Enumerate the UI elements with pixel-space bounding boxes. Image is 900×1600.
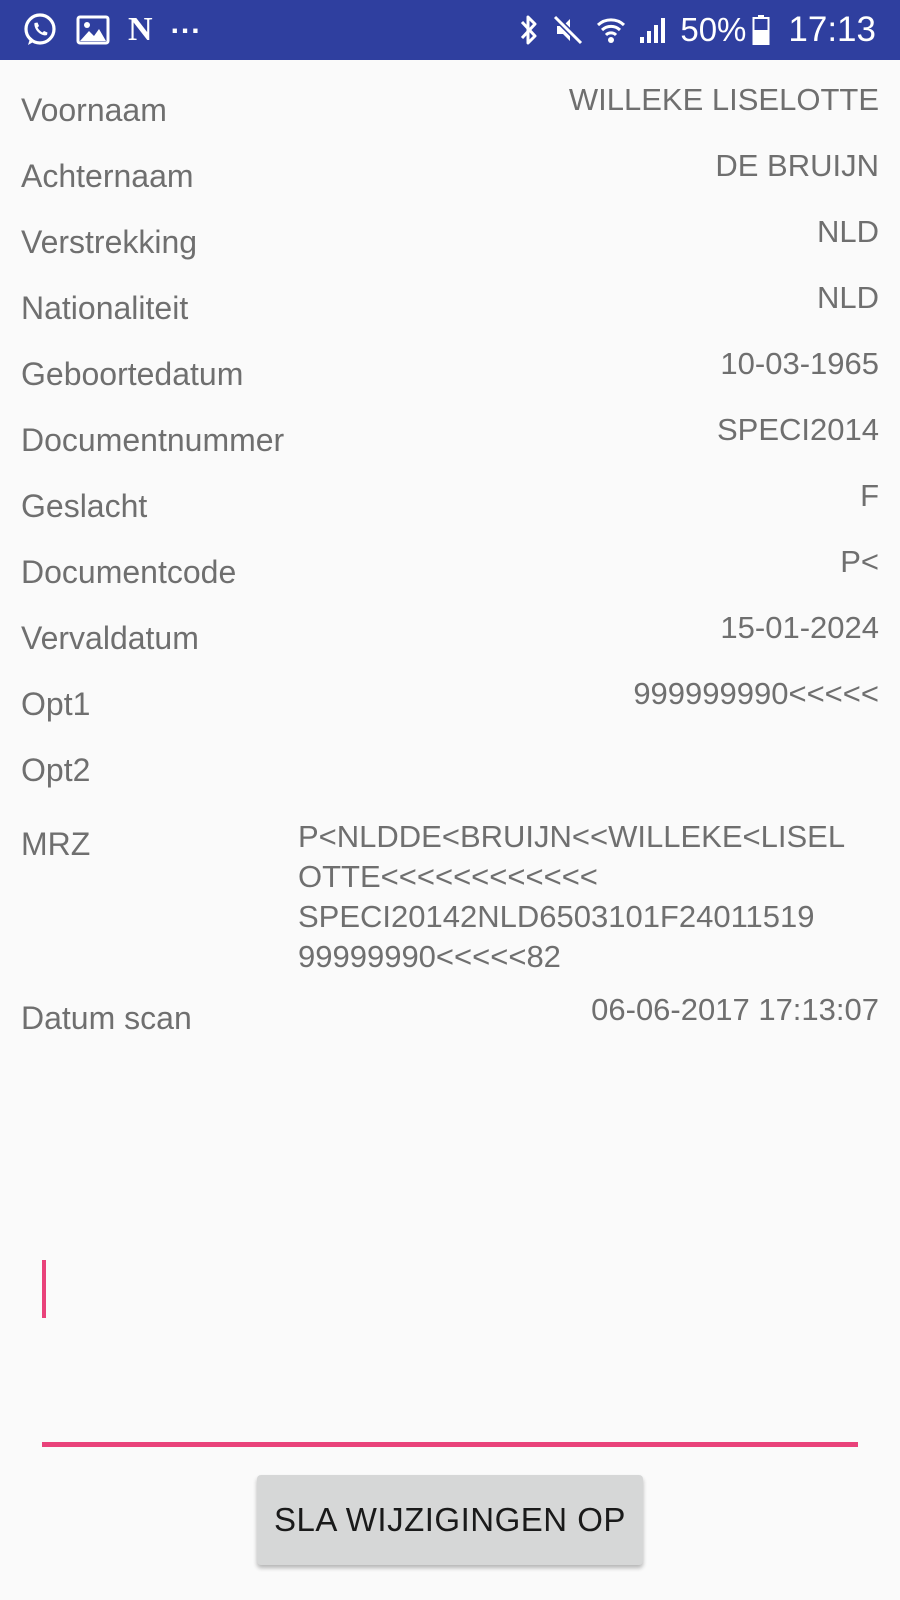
field-label: Voornaam — [21, 92, 167, 128]
mute-icon — [552, 14, 584, 46]
gallery-icon — [76, 15, 110, 45]
field-label: Documentnummer — [21, 422, 285, 458]
field-verstrekking: Verstrekking NLD — [21, 212, 879, 262]
field-label: Documentcode — [21, 554, 237, 590]
clock: 17:13 — [788, 10, 876, 49]
field-vervaldatum: Vervaldatum 15-01-2024 — [21, 608, 879, 658]
field-label: Datum scan — [21, 1000, 192, 1036]
signal-icon — [638, 15, 668, 45]
field-value: F — [860, 478, 879, 513]
field-geslacht: Geslacht F — [21, 476, 879, 526]
mrz-line: P<NLDDE<BRUIJN<<WILLEKE<LISEL — [298, 819, 846, 854]
save-changes-button[interactable]: SLA WIJZIGINGEN OP — [257, 1475, 643, 1565]
more-notifications-indicator: ... — [170, 7, 202, 40]
text-cursor — [42, 1260, 46, 1318]
bluetooth-icon — [518, 13, 540, 47]
field-value: DE BRUIJN — [715, 148, 879, 183]
field-value: 06-06-2017 17:13:07 — [591, 992, 879, 1027]
field-label: Achternaam — [21, 158, 194, 194]
battery-icon — [752, 14, 770, 46]
field-label: Vervaldatum — [21, 620, 199, 656]
field-geboortedatum: Geboortedatum 10-03-1965 — [21, 344, 879, 394]
status-bar: N ... 50% 17:13 — [0, 0, 900, 60]
field-value: NLD — [816, 214, 879, 249]
input-underline — [42, 1442, 858, 1447]
notification-icons: N ... — [22, 7, 202, 50]
field-value: 999999990<<<<< — [633, 676, 879, 711]
field-value: P< — [840, 544, 879, 579]
field-achternaam: Achternaam DE BRUIJN — [21, 146, 879, 196]
field-voornaam: Voornaam WILLEKE LISELOTTE — [21, 80, 879, 130]
system-icons: 50% 17:13 — [518, 10, 876, 50]
field-value: 10-03-1965 — [720, 346, 879, 381]
field-label: Geboortedatum — [21, 356, 244, 392]
whatsapp-icon — [22, 12, 58, 48]
field-value: NLD — [816, 280, 879, 315]
field-value: SPECI2014 — [717, 412, 879, 447]
field-value: 15-01-2024 — [720, 610, 879, 645]
field-label: Opt1 — [21, 686, 91, 722]
mrz-line: 99999990<<<<<82 — [298, 939, 561, 974]
n-app-icon: N — [128, 11, 153, 48]
mrz-line: OTTE<<<<<<<<<<<< — [298, 859, 598, 894]
field-nationaliteit: Nationaliteit NLD — [21, 278, 879, 328]
battery-percentage: 50% — [680, 11, 747, 48]
mrz-label: MRZ — [21, 826, 91, 862]
wifi-icon — [596, 14, 626, 46]
field-documentnummer: Documentnummer SPECI2014 — [21, 410, 879, 460]
mrz-value: P<NLDDE<BRUIJN<<WILLEKE<LISEL OTTE<<<<<<… — [298, 817, 878, 977]
field-label: Nationaliteit — [21, 290, 189, 326]
field-opt2: Opt2 — [21, 740, 879, 790]
mrz-line: SPECI20142NLD6503101F24011519 — [298, 899, 815, 934]
field-datum-scan: Datum scan 06-06-2017 17:13:07 — [21, 988, 879, 1038]
field-label: Opt2 — [21, 752, 91, 788]
field-opt1: Opt1 999999990<<<<< — [21, 674, 879, 724]
field-label: Verstrekking — [21, 224, 198, 260]
field-value: WILLEKE LISELOTTE — [568, 82, 879, 117]
notes-input[interactable] — [42, 1250, 858, 1450]
field-label: Geslacht — [21, 488, 148, 524]
field-documentcode: Documentcode P< — [21, 542, 879, 592]
